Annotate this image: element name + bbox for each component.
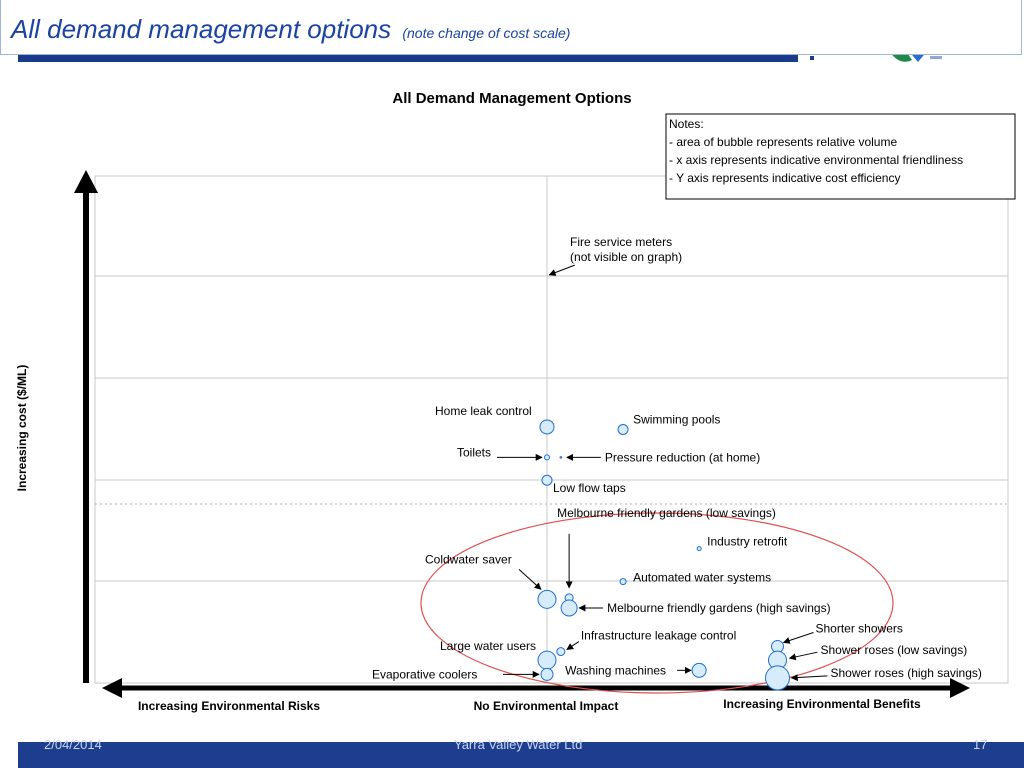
data-label-10: Infrastructure leakage control [581, 629, 736, 643]
data-label-7: Coldwater saver [425, 552, 512, 566]
data-label-13: Washing machines [565, 663, 666, 677]
data-label-8: Melbourne friendly gardens (low savings) [557, 506, 776, 520]
bubble-3 [559, 456, 563, 459]
data-label-16: Shower roses (high savings) [831, 666, 982, 680]
annotation-0: Fire service meters [570, 235, 672, 249]
x-axis-left-arrowhead [102, 678, 122, 698]
annotation-1: (not visible on graph) [570, 250, 682, 264]
chart-title: All Demand Management Options [392, 90, 631, 107]
data-label-6: Automated water systems [633, 571, 771, 585]
y-axis-label: Increasing cost ($/ML) [15, 365, 29, 492]
data-label-12: Evaporative coolers [372, 667, 477, 681]
notes-box: Notes: - area of bubble represents relat… [665, 113, 1016, 200]
footer-date: 2/04/2014 [44, 737, 102, 752]
bubble-7 [537, 589, 557, 609]
bubble-1 [617, 424, 629, 435]
slide-title: All demand management options (note chan… [11, 14, 570, 45]
title-bar: All demand management options (note chan… [0, 0, 1022, 55]
footer-page-number: 17 [973, 737, 988, 752]
data-label-11: Large water users [440, 639, 536, 653]
data-label-5: Industry retrofit [707, 535, 788, 549]
slide-title-text: All demand management options [11, 14, 392, 44]
footer-organization: Yarra Valley Water Ltd [454, 737, 583, 752]
bubble-chart: All Demand Management Options Notes: - a… [15, 90, 1016, 713]
data-label-14: Shorter showers [816, 621, 903, 635]
annotation-arrow [548, 264, 575, 276]
bubble-9 [560, 599, 578, 617]
x-axis-right-arrowhead [950, 678, 970, 698]
data-label-3: Pressure reduction (at home) [605, 450, 760, 464]
bubble-16 [765, 665, 790, 691]
bubble-2 [544, 454, 550, 461]
slide-title-note: (note change of cost scale) [402, 25, 571, 41]
notes-line-1: - area of bubble represents relative vol… [669, 135, 897, 149]
notes-line-0: Notes: [669, 117, 704, 131]
footer: 2/04/2014 Yarra Valley Water Ltd 17 [18, 737, 1024, 768]
label-arrow-14 [782, 632, 814, 644]
label-arrow-16 [790, 674, 828, 682]
bubble-6 [619, 578, 627, 586]
bubble-4 [541, 474, 553, 486]
label-arrow-15 [788, 651, 818, 661]
x-axis-label-center: No Environmental Impact [474, 699, 619, 713]
bubble-5 [696, 546, 702, 552]
data-label-15: Shower roses (low savings) [821, 643, 968, 657]
data-labels: Home leak control Swimming pools Toilets Pr… [372, 235, 982, 681]
label-arrow-7 [518, 568, 542, 590]
data-label-0: Home leak control [435, 404, 532, 418]
notes-line-2: - x axis represents indicative environme… [669, 153, 963, 167]
bubble-0 [539, 419, 555, 435]
bubble-13 [691, 662, 707, 678]
notes-line-3: - Y axis represents indicative cost effi… [669, 171, 900, 185]
label-arrow-10 [566, 641, 580, 650]
x-axis-label-right: Increasing Environmental Benefits [723, 697, 921, 711]
bubble-10 [556, 647, 566, 657]
data-label-1: Swimming pools [633, 413, 720, 427]
bubble-11 [537, 650, 557, 670]
data-label-9: Melbourne friendly gardens (high savings… [607, 601, 830, 615]
data-label-2: Toilets [457, 445, 491, 459]
x-axis-label-left: Increasing Environmental Risks [138, 699, 320, 713]
bubble-12 [540, 667, 554, 681]
data-label-4: Low flow taps [553, 481, 626, 495]
y-axis-arrowhead [74, 170, 98, 193]
